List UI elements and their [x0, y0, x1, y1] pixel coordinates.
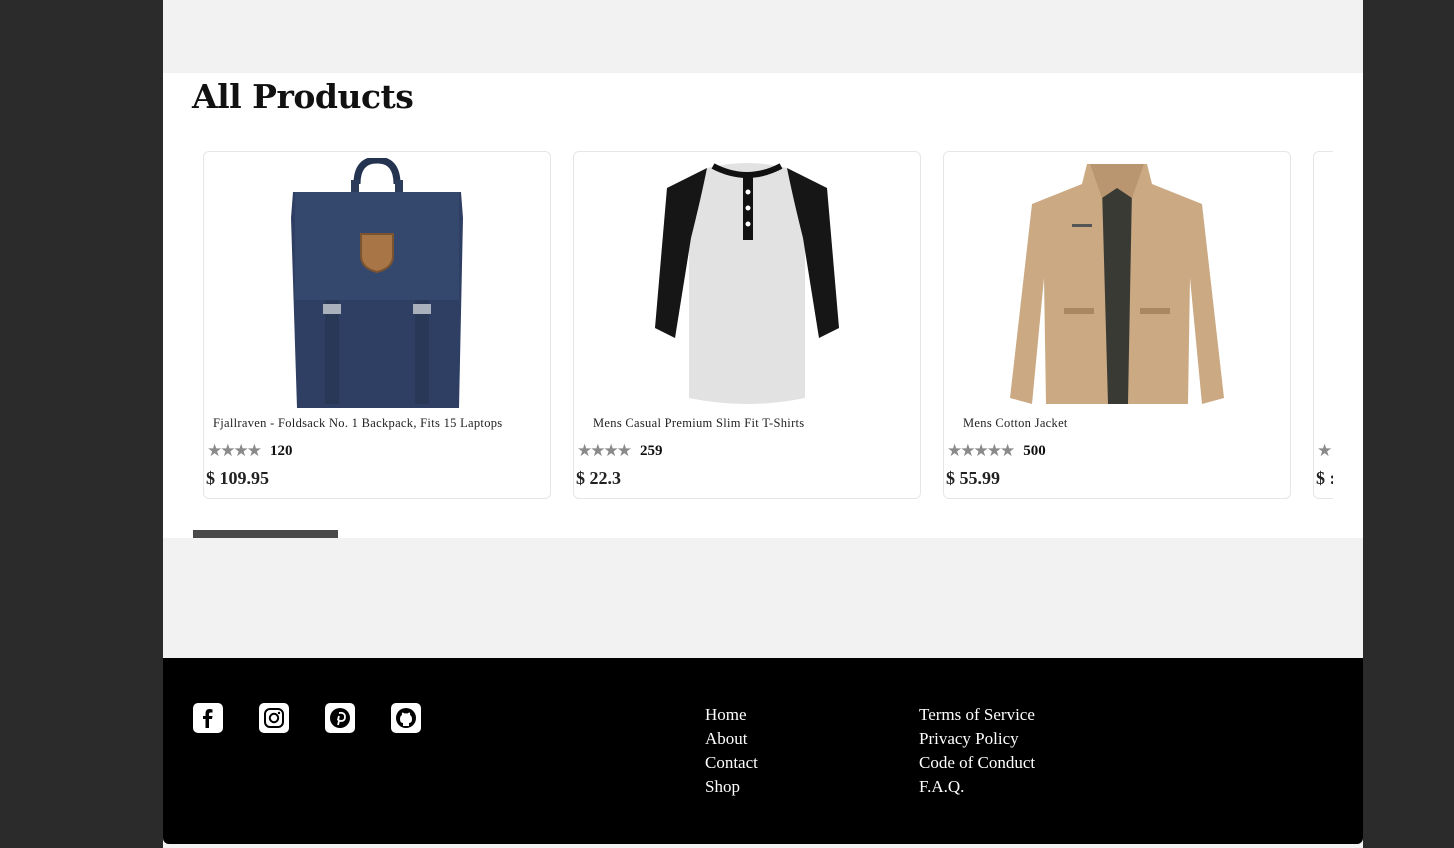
rating-count: 259: [639, 442, 663, 459]
product-card[interactable]: Mens Casual Premium Slim Fit T-Shirts ★★…: [573, 151, 921, 499]
product-rating: ★: [1317, 441, 1333, 461]
backpack-image: [291, 158, 463, 408]
rating-count: 120: [269, 442, 293, 459]
product-rating: ★★★★★ 500: [947, 441, 1046, 461]
instagram-icon[interactable]: [259, 703, 289, 733]
star-rating-icon: ★: [1317, 441, 1332, 461]
product-rating: ★★★★ 259: [577, 441, 662, 461]
product-carousel[interactable]: Fjallraven - Foldsack No. 1 Backpack, Fi…: [203, 151, 1333, 501]
footer-link-home[interactable]: Home: [705, 703, 758, 727]
product-price: $ 55.99: [946, 468, 1000, 488]
section-title: All Products: [192, 77, 414, 116]
github-icon[interactable]: [391, 703, 421, 733]
star-rating-icon: ★★★★: [207, 441, 262, 461]
footer-link-about[interactable]: About: [705, 727, 758, 751]
product-image[interactable]: [944, 158, 1290, 408]
facebook-icon[interactable]: [193, 703, 223, 733]
product-rating: ★★★★ 120: [207, 441, 292, 461]
product-name[interactable]: Fjallraven - Foldsack No. 1 Backpack, Fi…: [213, 416, 502, 431]
scrollbar-thumb[interactable]: [193, 530, 338, 538]
product-card[interactable]: ★ $ :: [1313, 151, 1333, 499]
footer-link-terms[interactable]: Terms of Service: [919, 703, 1035, 727]
product-image[interactable]: [204, 158, 550, 408]
star-rating-icon: ★★★★: [577, 441, 632, 461]
footer-link-conduct[interactable]: Code of Conduct: [919, 751, 1035, 775]
footer-link-contact[interactable]: Contact: [705, 751, 758, 775]
pinterest-icon[interactable]: [325, 703, 355, 733]
footer-link-shop[interactable]: Shop: [705, 775, 758, 799]
rating-count: 500: [1023, 442, 1046, 459]
social-links: [193, 703, 421, 733]
product-card[interactable]: Fjallraven - Foldsack No. 1 Backpack, Fi…: [203, 151, 551, 499]
footer-legal: Terms of Service Privacy Policy Code of …: [919, 703, 1035, 799]
footer-link-privacy[interactable]: Privacy Policy: [919, 727, 1035, 751]
product-name[interactable]: Mens Casual Premium Slim Fit T-Shirts: [593, 416, 804, 431]
all-products-section: All Products Fjallraven - Foldsack No. 1…: [163, 73, 1363, 538]
product-price: $ 22.3: [576, 468, 621, 488]
page: All Products Fjallraven - Foldsack No. 1…: [163, 0, 1363, 848]
footer: Home About Contact Shop Terms of Service…: [163, 658, 1363, 844]
product-price: $ :: [1316, 468, 1333, 488]
star-rating-icon: ★★★★★: [947, 441, 1015, 461]
footer-nav: Home About Contact Shop: [705, 703, 758, 799]
footer-link-faq[interactable]: F.A.Q.: [919, 775, 1035, 799]
product-name[interactable]: Mens Cotton Jacket: [963, 416, 1068, 431]
product-price: $ 109.95: [206, 468, 269, 488]
tshirt-image: [655, 163, 839, 404]
product-image[interactable]: [574, 158, 920, 408]
product-card[interactable]: Mens Cotton Jacket ★★★★★ 500 $ 55.99: [943, 151, 1291, 499]
jacket-image: [1010, 164, 1224, 404]
carousel-scrollbar[interactable]: [193, 530, 1333, 538]
